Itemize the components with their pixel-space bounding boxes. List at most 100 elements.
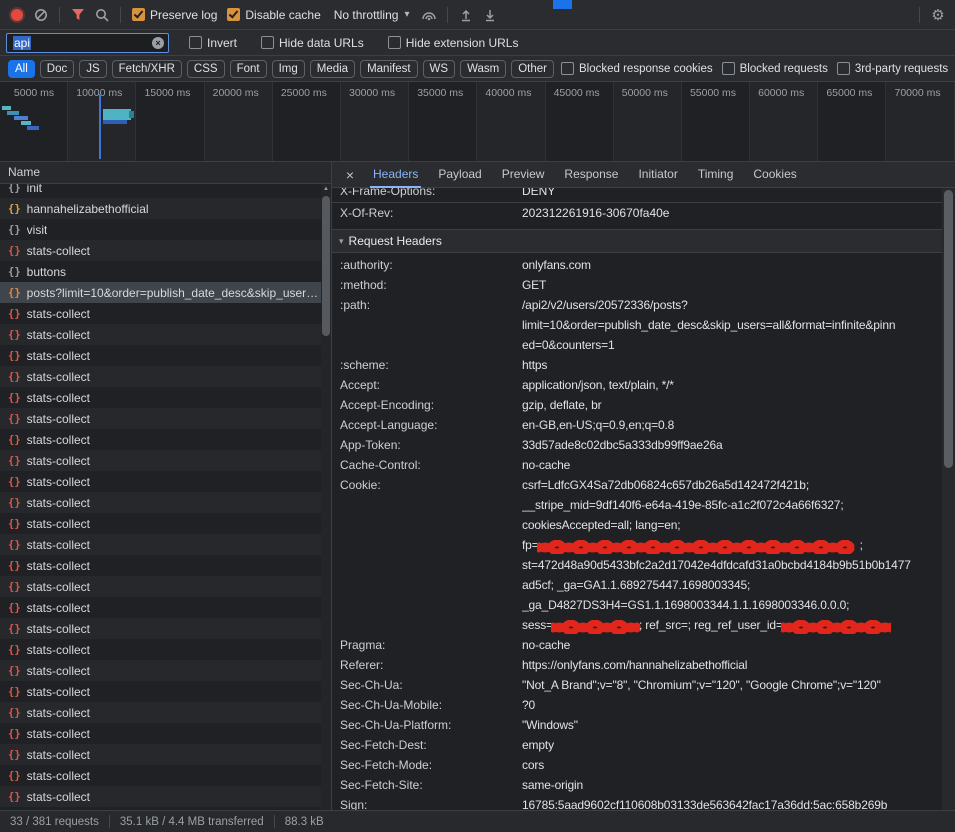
throttling-select[interactable]: No throttling ▾ xyxy=(327,8,417,22)
filter-chip-other[interactable]: Other xyxy=(511,60,554,78)
clear-button[interactable] xyxy=(30,5,52,25)
script-icon: {} xyxy=(8,287,21,299)
request-row[interactable]: {} stats-collect xyxy=(0,744,331,765)
request-row[interactable]: {} hannahelizabethofficial xyxy=(0,198,331,219)
header-row: Referer:https://onlyfans.com/hannaheliza… xyxy=(332,655,942,675)
request-row[interactable]: {} buttons xyxy=(0,261,331,282)
request-row[interactable]: {} stats-collect xyxy=(0,324,331,345)
hide-data-urls-checkbox[interactable]: Hide data URLs xyxy=(257,36,368,50)
header-name: Accept: xyxy=(332,375,522,395)
tab-response[interactable]: Response xyxy=(555,162,627,188)
import-har-button[interactable] xyxy=(455,5,477,25)
request-row[interactable]: {} stats-collect xyxy=(0,450,331,471)
network-conditions-button[interactable] xyxy=(418,5,440,25)
request-row[interactable]: {} stats-collect xyxy=(0,786,331,807)
request-row[interactable]: {} stats-collect xyxy=(0,429,331,450)
preserve-log-checkbox[interactable]: Preserve log xyxy=(128,8,221,22)
request-row[interactable]: {} stats-collect xyxy=(0,639,331,660)
request-name: stats-collect xyxy=(27,412,90,426)
request-row[interactable]: {} stats-collect xyxy=(0,387,331,408)
filter-chip-manifest[interactable]: Manifest xyxy=(360,60,417,78)
filter-input[interactable]: api × xyxy=(6,33,169,53)
filter-input-text: api xyxy=(13,36,148,50)
filter-chip-wasm[interactable]: Wasm xyxy=(460,60,506,78)
funnel-icon xyxy=(71,8,85,21)
request-row[interactable]: {} stats-collect xyxy=(0,702,331,723)
filter-chip-js[interactable]: JS xyxy=(79,60,106,78)
blocked-requests-checkbox[interactable]: Blocked requests xyxy=(720,62,830,75)
settings-gear-icon[interactable]: ⚙ xyxy=(927,5,949,25)
redaction-scribble xyxy=(537,540,862,554)
filter-chip-img[interactable]: Img xyxy=(272,60,305,78)
request-row[interactable]: {} stats-collect xyxy=(0,555,331,576)
clear-filter-icon[interactable]: × xyxy=(152,37,164,49)
tab-headers[interactable]: Headers xyxy=(364,162,427,188)
request-name: stats-collect xyxy=(27,601,90,615)
third-party-requests-checkbox[interactable]: 3rd-party requests xyxy=(835,62,950,75)
request-row[interactable]: {} stats-collect xyxy=(0,534,331,555)
request-row[interactable]: {} posts?limit=10&order=publish_date_des… xyxy=(0,282,331,303)
request-name: stats-collect xyxy=(27,559,90,573)
request-row[interactable]: {} stats-collect xyxy=(0,576,331,597)
request-row[interactable]: {} stats-collect xyxy=(0,366,331,387)
request-row[interactable]: {} stats-collect xyxy=(0,660,331,681)
filter-chip-media[interactable]: Media xyxy=(310,60,355,78)
request-details-panel: × Headers Payload Preview Response Initi… xyxy=(332,162,955,810)
tab-timing[interactable]: Timing xyxy=(689,162,743,188)
tab-cookies[interactable]: Cookies xyxy=(744,162,805,188)
request-list-panel: Name {} init {} hannahelizabethofficial … xyxy=(0,162,332,810)
header-value: cors xyxy=(522,755,942,775)
request-row[interactable]: {} stats-collect xyxy=(0,597,331,618)
scrollbar-up-icon[interactable]: ▲ xyxy=(321,184,331,194)
request-row[interactable]: {} stats-collect xyxy=(0,618,331,639)
request-row[interactable]: {} stats-collect xyxy=(0,513,331,534)
timeline-overview[interactable]: 5000 ms 10000 ms 15000 ms 20000 ms 25000… xyxy=(0,82,955,162)
script-icon: {} xyxy=(8,308,21,320)
request-row[interactable]: {} stats-collect xyxy=(0,723,331,744)
filter-chip-ws[interactable]: WS xyxy=(423,60,456,78)
filter-chip-fetch-xhr[interactable]: Fetch/XHR xyxy=(112,60,182,78)
details-scrollbar[interactable] xyxy=(942,188,955,810)
timeline-grid: 5000 ms 10000 ms 15000 ms 20000 ms 25000… xyxy=(0,82,955,161)
script-icon: {} xyxy=(8,518,21,530)
request-row[interactable]: {} stats-collect xyxy=(0,807,331,810)
request-name: stats-collect xyxy=(27,433,90,447)
hide-extension-urls-checkbox[interactable]: Hide extension URLs xyxy=(384,36,523,50)
header-value: 202312261916-30670fa40e xyxy=(522,203,942,223)
disable-cache-checkbox[interactable]: Disable cache xyxy=(223,8,324,22)
request-row[interactable]: {} stats-collect xyxy=(0,303,331,324)
invert-checkbox[interactable]: Invert xyxy=(185,36,241,50)
filter-chip-all[interactable]: All xyxy=(8,60,35,78)
record-button[interactable] xyxy=(6,5,28,25)
scrollbar-thumb[interactable] xyxy=(944,190,953,468)
search-button[interactable] xyxy=(91,5,113,25)
tab-preview[interactable]: Preview xyxy=(493,162,554,188)
export-har-button[interactable] xyxy=(479,5,501,25)
request-row[interactable]: {} stats-collect xyxy=(0,492,331,513)
filter-chip-font[interactable]: Font xyxy=(230,60,267,78)
request-list-scrollbar[interactable]: ▲ xyxy=(321,184,331,810)
filter-chip-css[interactable]: CSS xyxy=(187,60,225,78)
request-row[interactable]: {} stats-collect xyxy=(0,408,331,429)
request-row[interactable]: {} stats-collect xyxy=(0,240,331,261)
request-name: stats-collect xyxy=(27,538,90,552)
close-details-icon[interactable]: × xyxy=(340,167,360,183)
filter-chip-doc[interactable]: Doc xyxy=(40,60,74,78)
filter-toggle-button[interactable] xyxy=(67,5,89,25)
tab-initiator[interactable]: Initiator xyxy=(629,162,686,188)
request-row[interactable]: {} stats-collect xyxy=(0,681,331,702)
request-row[interactable]: {} init xyxy=(0,184,331,198)
request-row[interactable]: {} visit xyxy=(0,219,331,240)
request-name: stats-collect xyxy=(27,328,90,342)
header-row: Sec-Ch-Ua-Mobile:?0 xyxy=(332,695,942,715)
request-name: stats-collect xyxy=(27,769,90,783)
scrollbar-thumb[interactable] xyxy=(322,196,330,336)
request-row[interactable]: {} stats-collect xyxy=(0,765,331,786)
request-row[interactable]: {} stats-collect xyxy=(0,345,331,366)
blocked-response-cookies-checkbox[interactable]: Blocked response cookies xyxy=(559,62,715,75)
name-column-header[interactable]: Name xyxy=(0,162,331,184)
tab-payload[interactable]: Payload xyxy=(429,162,490,188)
timeline-tick-label: 25000 ms xyxy=(281,87,340,99)
request-headers-section[interactable]: ▾ Request Headers xyxy=(332,229,942,253)
request-row[interactable]: {} stats-collect xyxy=(0,471,331,492)
